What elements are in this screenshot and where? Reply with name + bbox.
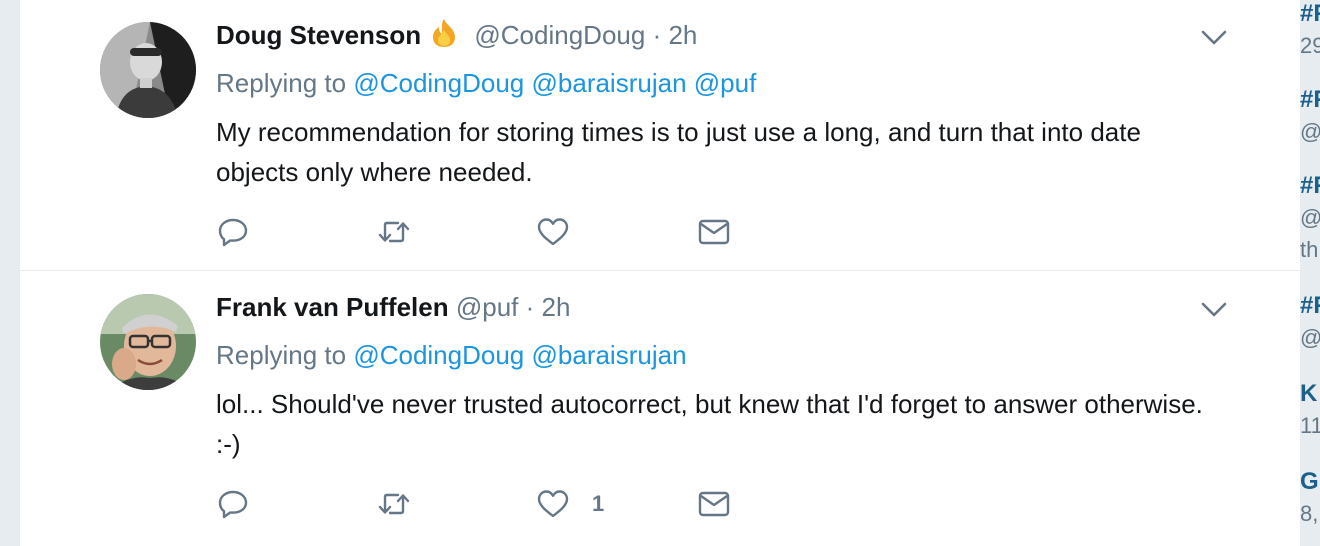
trend-title[interactable]: #F bbox=[1300, 292, 1320, 320]
like-count: 1 bbox=[592, 491, 605, 516]
direct-message-button[interactable] bbox=[696, 484, 732, 524]
separator: · bbox=[525, 292, 535, 322]
replying-to: Replying to @CodingDoug @baraisrujan bbox=[216, 338, 687, 372]
tweet-header: Frank van Puffelen @puf · 2h bbox=[216, 290, 570, 324]
timestamp[interactable]: 2h bbox=[542, 292, 571, 322]
flame-icon bbox=[427, 18, 461, 56]
user-handle[interactable]: @puf bbox=[456, 292, 519, 322]
tweet[interactable]: Frank van Puffelen @puf · 2h Replying to… bbox=[20, 272, 1300, 546]
mention-link[interactable]: @puf bbox=[694, 68, 757, 98]
tweet-text: My recommendation for storing times is t… bbox=[216, 117, 1141, 187]
retweet-icon bbox=[376, 215, 412, 249]
mention-link[interactable]: @baraisrujan bbox=[532, 340, 687, 370]
trend-title[interactable]: #F bbox=[1300, 172, 1320, 200]
chevron-down-icon[interactable] bbox=[1200, 300, 1228, 320]
trend-subtext: @ bbox=[1300, 324, 1320, 352]
like-button[interactable] bbox=[536, 212, 570, 252]
trend-subtext: @ bbox=[1300, 118, 1320, 146]
direct-message-button[interactable] bbox=[696, 212, 732, 252]
reply-icon bbox=[216, 215, 250, 249]
trend-subtext: 29 bbox=[1300, 33, 1320, 58]
trend-title[interactable]: #F bbox=[1300, 86, 1320, 114]
retweet-icon bbox=[376, 487, 412, 521]
user-handle[interactable]: @CodingDoug bbox=[474, 20, 645, 50]
like-button[interactable]: 1 bbox=[536, 484, 604, 524]
retweet-button[interactable] bbox=[376, 484, 412, 524]
reply-button[interactable] bbox=[216, 484, 250, 524]
reply-button[interactable] bbox=[216, 212, 250, 252]
replying-label: Replying to bbox=[216, 340, 347, 370]
user-name[interactable]: Doug Stevenson bbox=[216, 20, 421, 50]
trend-subtext: 11 bbox=[1300, 413, 1320, 438]
retweet-button[interactable] bbox=[376, 212, 412, 252]
avatar[interactable] bbox=[100, 294, 196, 390]
replying-to: Replying to @CodingDoug @baraisrujan @pu… bbox=[216, 66, 756, 100]
envelope-icon bbox=[696, 215, 732, 249]
timestamp[interactable]: 2h bbox=[668, 20, 697, 50]
trends-sidebar: #F 29 #F @ #F @ th #F @ K 11 G 8, bbox=[1300, 0, 1320, 546]
trend-title[interactable]: G bbox=[1300, 468, 1319, 496]
tweet[interactable]: Doug Stevenson @CodingDoug · 2h Replying… bbox=[20, 0, 1300, 271]
mention-link[interactable]: @CodingDoug bbox=[353, 68, 524, 98]
heart-icon bbox=[536, 487, 570, 521]
trend-subtext: 8, bbox=[1300, 501, 1319, 526]
tweet-header: Doug Stevenson @CodingDoug · 2h bbox=[216, 18, 697, 56]
heart-icon bbox=[536, 215, 570, 249]
page: Doug Stevenson @CodingDoug · 2h Replying… bbox=[0, 0, 1320, 546]
mention-link[interactable]: @baraisrujan bbox=[532, 68, 687, 98]
trend-title[interactable]: K bbox=[1300, 380, 1317, 408]
trend-title[interactable]: #F bbox=[1300, 0, 1320, 28]
trend-subtext: @ bbox=[1300, 204, 1320, 232]
tweet-text: lol... Should've never trusted autocorre… bbox=[216, 389, 1203, 459]
left-gutter bbox=[0, 0, 20, 546]
replying-label: Replying to bbox=[216, 68, 347, 98]
envelope-icon bbox=[696, 487, 732, 521]
reply-thread: Doug Stevenson @CodingDoug · 2h Replying… bbox=[20, 0, 1300, 546]
trend-subtext: th bbox=[1300, 237, 1319, 262]
avatar[interactable] bbox=[100, 22, 196, 118]
mention-link[interactable]: @CodingDoug bbox=[353, 340, 524, 370]
user-name[interactable]: Frank van Puffelen bbox=[216, 292, 449, 322]
chevron-down-icon[interactable] bbox=[1200, 28, 1228, 48]
separator: · bbox=[652, 20, 662, 50]
reply-icon bbox=[216, 487, 250, 521]
